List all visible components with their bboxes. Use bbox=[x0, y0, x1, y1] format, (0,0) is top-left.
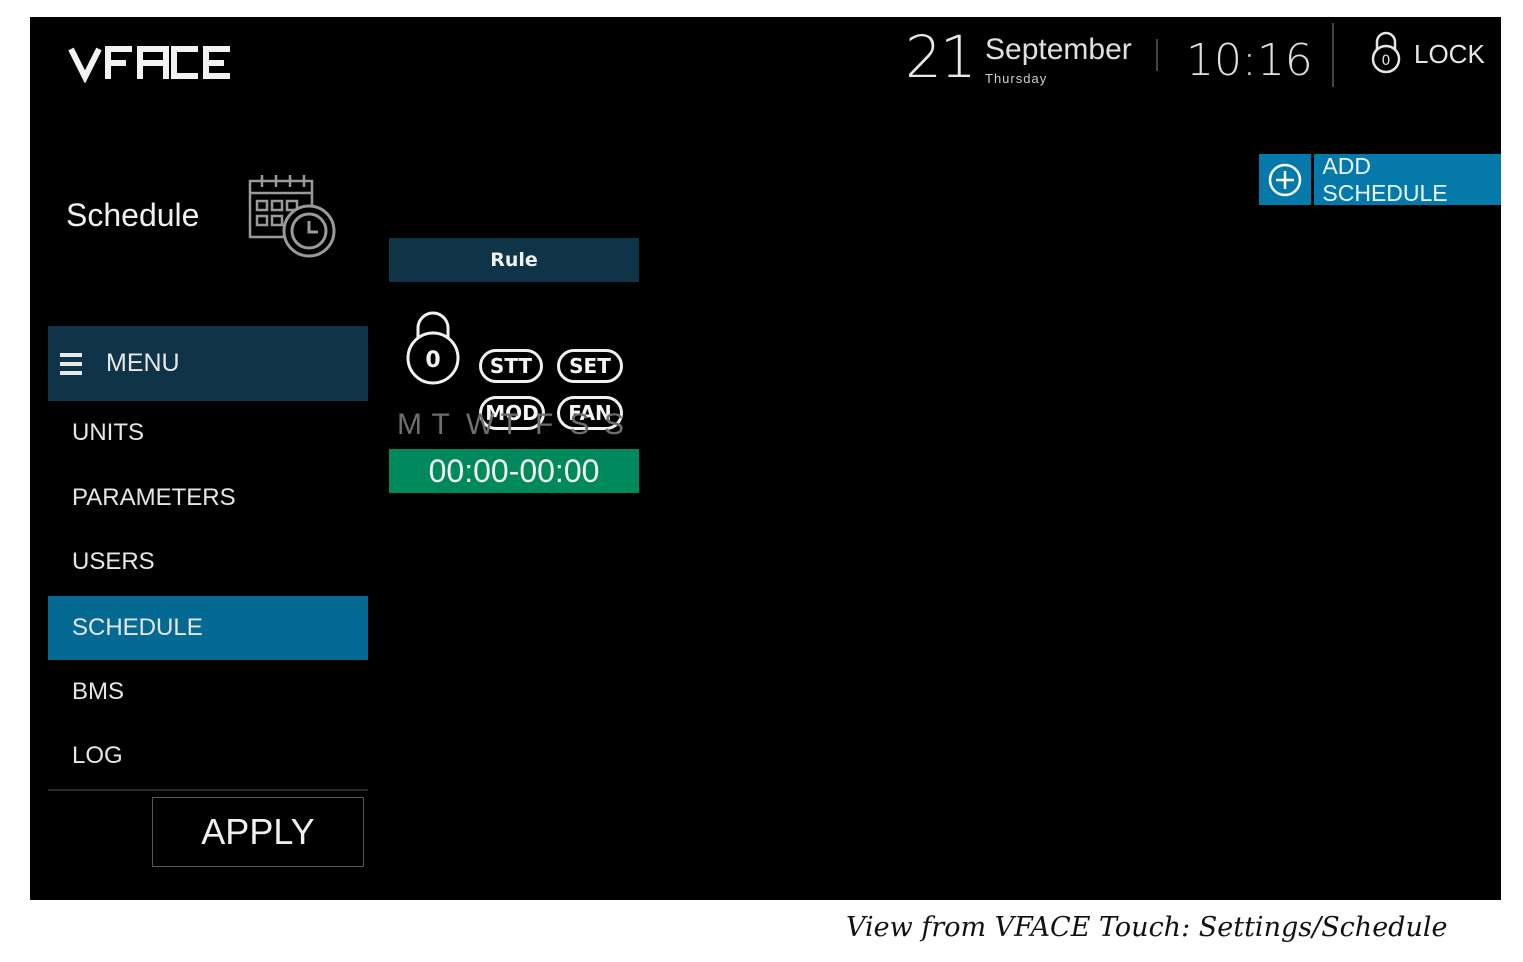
rule-header: Rule bbox=[389, 238, 639, 282]
menu-item-parameters[interactable]: PARAMETERS bbox=[48, 466, 368, 530]
menu-divider bbox=[48, 789, 368, 791]
menu-item-label: USERS bbox=[72, 548, 155, 575]
rule-card[interactable]: Rule 0 STT SET MOD FAN M T W T F S S 00:… bbox=[389, 238, 639, 493]
weekday-label: W bbox=[466, 408, 495, 441]
tag-set[interactable]: SET bbox=[557, 349, 623, 383]
menu-toggle[interactable]: MENU bbox=[48, 326, 368, 401]
device-screen: 21 September Thursday 10:16 0 LOCK Sched… bbox=[30, 17, 1501, 900]
weekday-row: M T W T F S S bbox=[397, 408, 639, 442]
menu-item-users[interactable]: USERS bbox=[48, 530, 368, 594]
svg-text:0: 0 bbox=[1382, 53, 1391, 69]
menu-item-label: SCHEDULE bbox=[72, 614, 203, 641]
hamburger-icon bbox=[60, 352, 82, 375]
date-day-number: 21 bbox=[905, 23, 977, 91]
date-weekday: Thursday bbox=[985, 71, 1048, 86]
weekday-label: T bbox=[431, 408, 450, 441]
menu-item-units[interactable]: UNITS bbox=[48, 401, 368, 465]
menu-item-bms[interactable]: BMS bbox=[48, 660, 368, 724]
menu-item-label: BMS bbox=[72, 678, 125, 705]
figure-caption: View from VFACE Touch: Settings/Schedule bbox=[846, 912, 1448, 943]
lock-value: 0 bbox=[425, 348, 440, 373]
rule-body: 0 STT SET MOD FAN bbox=[389, 282, 639, 430]
logo-wordmark bbox=[68, 46, 230, 83]
menu-label: MENU bbox=[106, 349, 180, 377]
calendar-clock-icon bbox=[246, 171, 338, 265]
add-schedule-button[interactable]: ADD SCHEDULE bbox=[1259, 152, 1501, 206]
lock-button[interactable]: 0 LOCK bbox=[1370, 31, 1485, 77]
page-title: Schedule bbox=[66, 197, 200, 233]
weekday-label: S bbox=[604, 408, 625, 441]
clock-time: 10:16 bbox=[1186, 35, 1313, 86]
add-schedule-label: ADD SCHEDULE bbox=[1322, 152, 1448, 206]
time-range-field[interactable]: 00:00-00:00 bbox=[389, 449, 639, 493]
weekday-label: S bbox=[569, 408, 590, 441]
rule-title: Rule bbox=[490, 249, 538, 271]
menu-item-label: UNITS bbox=[72, 419, 144, 446]
header-divider bbox=[1332, 23, 1334, 87]
header-divider bbox=[1156, 39, 1158, 71]
weekday-label: T bbox=[500, 408, 519, 441]
add-schedule-label-box: ADD SCHEDULE bbox=[1314, 152, 1501, 206]
plus-circle-icon bbox=[1259, 154, 1312, 205]
menu-item-log[interactable]: LOG bbox=[48, 724, 368, 788]
menu-item-schedule[interactable]: SCHEDULE bbox=[48, 596, 368, 660]
weekday-label: M bbox=[397, 408, 422, 441]
padlock-icon: 0 bbox=[1370, 30, 1402, 78]
time-range-value: 00:00-00:00 bbox=[428, 452, 600, 489]
vface-logo bbox=[68, 43, 232, 83]
menu-item-label: LOG bbox=[72, 742, 123, 769]
apply-button[interactable]: APPLY bbox=[152, 797, 364, 867]
lock-label: LOCK bbox=[1414, 38, 1485, 69]
tag-stt[interactable]: STT bbox=[479, 349, 543, 383]
padlock-icon: 0 bbox=[405, 306, 461, 392]
weekday-label: F bbox=[535, 408, 554, 441]
date-month: September bbox=[985, 33, 1132, 66]
menu-item-label: PARAMETERS bbox=[72, 484, 236, 511]
apply-label: APPLY bbox=[201, 811, 315, 852]
